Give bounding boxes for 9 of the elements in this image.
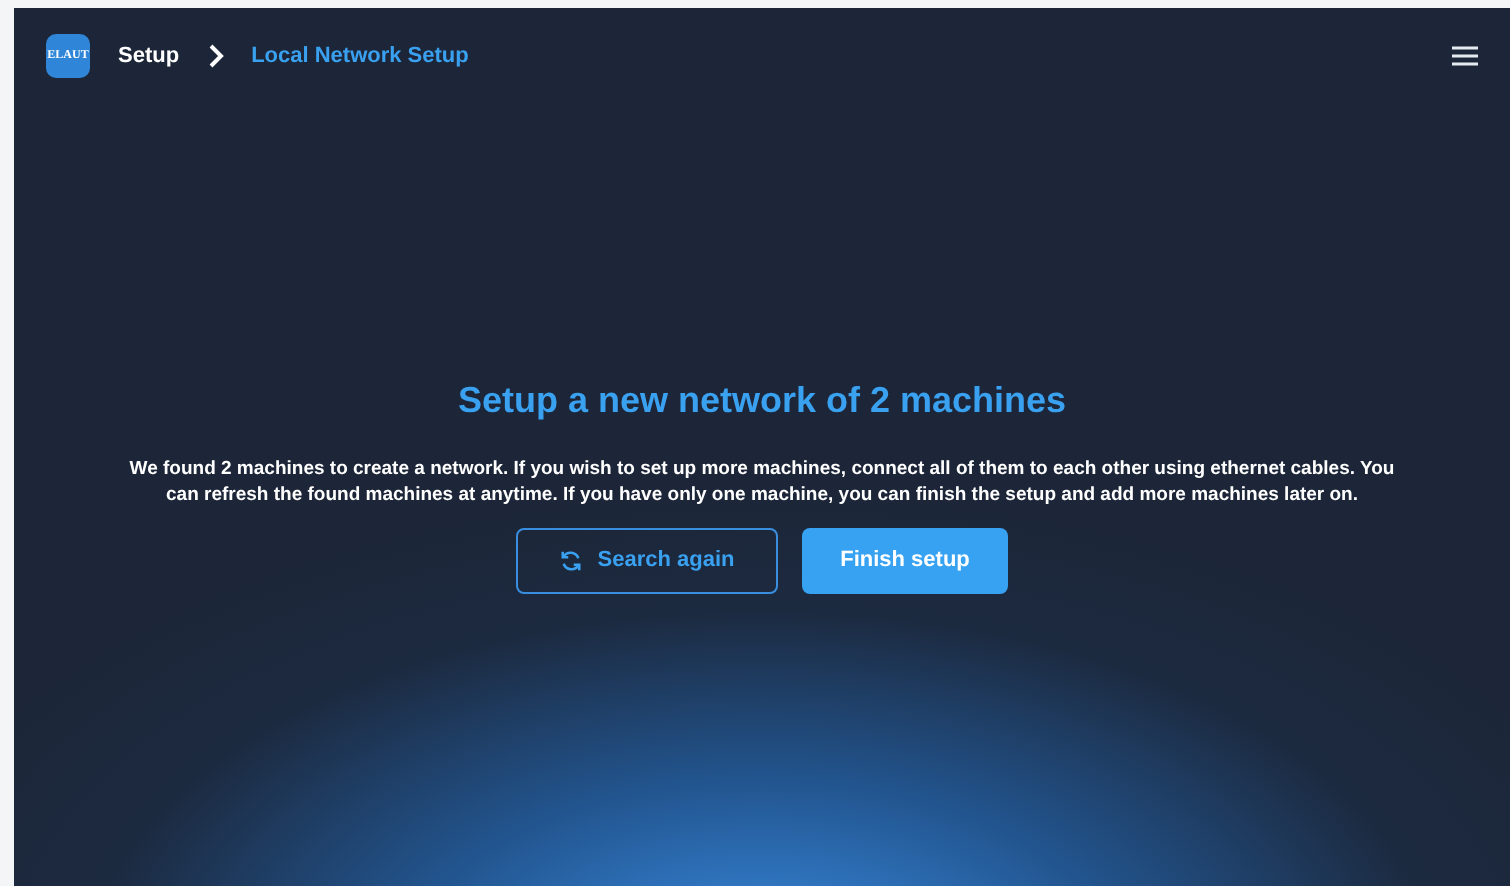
finish-setup-button[interactable]: Finish setup [802, 528, 1008, 594]
page-title: Setup a new network of 2 machines [457, 378, 1067, 424]
description: We found 2 machines to create a network. If you wish to set up more machines, connect all of them to each other using ethernet cables. You can refresh the found machines at anytime. If you have only one machine, you can finish the setup and add more machines later on. [127, 456, 1397, 508]
breadcrumb-link[interactable]: Setup [118, 39, 180, 73]
chevron-right-icon [207, 44, 224, 68]
search-again-button[interactable]: Search again [516, 528, 778, 594]
refresh-icon [559, 550, 582, 572]
breadcrumb-link[interactable]: Local Network Setup [251, 39, 469, 73]
menu-icon[interactable] [1452, 46, 1478, 66]
